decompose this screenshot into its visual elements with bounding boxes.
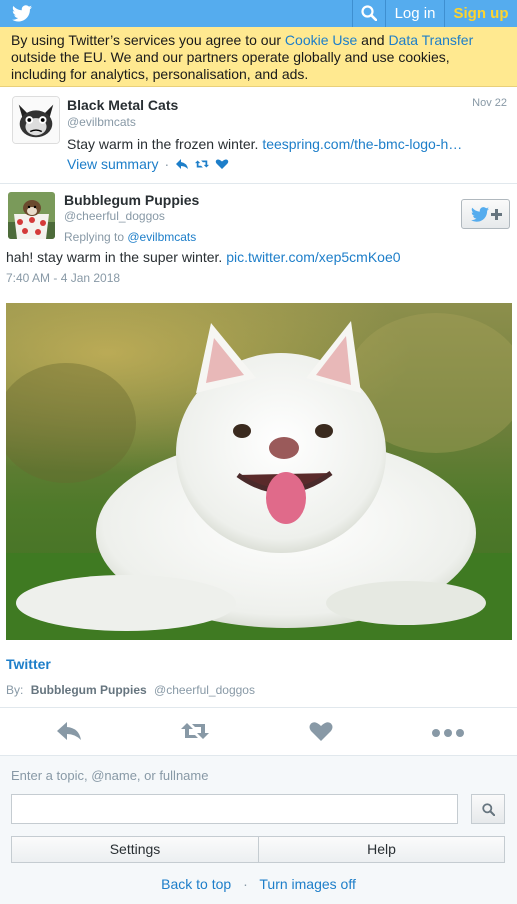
author-name[interactable]: Bubblegum Puppies <box>64 192 199 208</box>
tweet-body: hah! stay warm in the super winter. <box>6 249 227 265</box>
cookie-use-link[interactable]: Cookie Use <box>285 32 357 48</box>
search-button[interactable] <box>353 0 385 27</box>
tweet-photo[interactable] <box>6 303 512 640</box>
turn-images-off-link[interactable]: Turn images off <box>259 876 356 892</box>
author-handle[interactable]: @cheerful_doggos <box>64 209 165 223</box>
cookie-text: outside the EU. We and our partners oper… <box>11 49 450 82</box>
tweet-action-bar <box>0 707 517 755</box>
avatar[interactable] <box>12 96 60 144</box>
signup-link[interactable]: Sign up <box>445 0 517 27</box>
heart-icon[interactable] <box>309 720 333 742</box>
login-link[interactable]: Log in <box>386 0 444 27</box>
plus-icon <box>491 209 502 220</box>
cookie-banner: By using Twitter’s services you agree to… <box>0 27 517 87</box>
search-icon <box>361 5 377 21</box>
separator: · <box>243 876 248 892</box>
tweet-actions: View summary · <box>67 156 229 172</box>
card-author-handle[interactable]: @cheerful_doggos <box>154 683 255 697</box>
back-to-top-link[interactable]: Back to top <box>161 876 231 892</box>
tweet-body: Stay warm in the frozen winter. <box>67 136 263 152</box>
reply-icon[interactable] <box>175 158 189 170</box>
tweet-link[interactable]: teespring.com/the-bmc-logo-h… <box>262 136 462 152</box>
cookie-text: By using Twitter’s services you agree to… <box>11 32 285 48</box>
search-input[interactable] <box>11 794 458 824</box>
avatar[interactable] <box>8 192 55 239</box>
search-label: Enter a topic, @name, or fullname <box>11 768 209 783</box>
author-name[interactable]: Black Metal Cats <box>67 97 178 113</box>
follow-button[interactable] <box>461 199 510 229</box>
help-button[interactable]: Help <box>258 836 505 863</box>
view-summary-link[interactable]: View summary <box>67 156 159 172</box>
white-dog-photo <box>6 303 512 640</box>
tweet-text: hah! stay warm in the super winter. pic.… <box>6 249 401 265</box>
search-submit-button[interactable] <box>471 794 505 824</box>
tweet-timestamp: 7:40 AM - 4 Jan 2018 <box>6 271 121 285</box>
footer: Enter a topic, @name, or fullname Settin… <box>0 755 517 904</box>
data-transfer-link[interactable]: Data Transfer <box>388 32 473 48</box>
settings-button[interactable]: Settings <box>11 836 259 863</box>
top-navigation-bar: Log in Sign up <box>0 0 517 27</box>
twitter-bird-icon <box>471 207 489 222</box>
tweet-link[interactable]: pic.twitter.com/xep5cmKoe0 <box>226 249 400 265</box>
twitter-bird-icon[interactable] <box>12 5 32 22</box>
heart-icon[interactable] <box>215 158 229 170</box>
retweet-icon[interactable] <box>195 158 210 170</box>
replying-to: Replying to @evilbmcats <box>64 230 196 244</box>
cookie-text: and <box>357 32 389 48</box>
reply-icon[interactable] <box>56 720 82 742</box>
tweet-text: Stay warm in the frozen winter. teesprin… <box>67 136 462 152</box>
separator: · <box>164 156 170 172</box>
author-handle[interactable]: @evilbmcats <box>67 115 136 129</box>
more-icon[interactable] <box>431 720 465 742</box>
replying-to-label: Replying to <box>64 230 128 244</box>
card-title-link[interactable]: Twitter <box>6 656 51 672</box>
cat-avatar-image <box>13 97 59 143</box>
tweet-date[interactable]: Nov 22 <box>472 97 507 109</box>
retweet-icon[interactable] <box>181 720 209 742</box>
parent-tweet[interactable]: Black Metal Cats @evilbmcats Nov 22 Stay… <box>0 88 517 184</box>
replying-to-link[interactable]: @evilbmcats <box>127 230 196 244</box>
card-author-name[interactable]: Bubblegum Puppies <box>31 683 147 697</box>
footer-links: Back to top · Turn images off <box>0 876 517 892</box>
card-attribution: By: Bubblegum Puppies @cheerful_doggos <box>6 683 255 697</box>
puppy-avatar-image <box>8 192 55 239</box>
by-label: By: <box>6 683 24 697</box>
search-icon <box>482 803 495 816</box>
